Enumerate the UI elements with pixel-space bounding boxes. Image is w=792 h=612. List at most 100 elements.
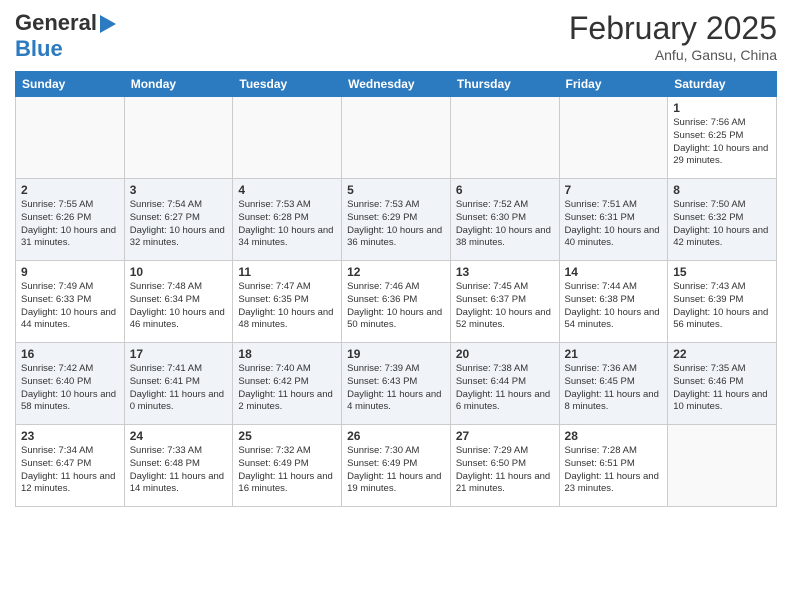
header-wednesday: Wednesday [342, 72, 451, 97]
day-number: 6 [456, 183, 554, 197]
calendar-day [124, 97, 233, 179]
calendar-day: 20 Sunrise: 7:38 AMSunset: 6:44 PMDayligh… [450, 343, 559, 425]
calendar-day: 3 Sunrise: 7:54 AMSunset: 6:27 PMDaylight… [124, 179, 233, 261]
day-info: Sunrise: 7:33 AMSunset: 6:48 PMDaylight:… [130, 445, 228, 496]
day-info: Sunrise: 7:39 AMSunset: 6:43 PMDaylight:… [347, 363, 445, 414]
calendar-day: 14 Sunrise: 7:44 AMSunset: 6:38 PMDayligh… [559, 261, 668, 343]
day-number: 14 [565, 265, 663, 279]
day-info: Sunrise: 7:43 AMSunset: 6:39 PMDaylight:… [673, 281, 771, 332]
day-info: Sunrise: 7:53 AMSunset: 6:28 PMDaylight:… [238, 199, 336, 250]
calendar-day: 2 Sunrise: 7:55 AMSunset: 6:26 PMDaylight… [16, 179, 125, 261]
month-title: February 2025 [569, 10, 777, 47]
calendar-week-5: 23 Sunrise: 7:34 AMSunset: 6:47 PMDayligh… [16, 425, 777, 507]
day-info: Sunrise: 7:49 AMSunset: 6:33 PMDaylight:… [21, 281, 119, 332]
calendar-day: 26Sunrise: 7:30 AMSunset: 6:49 PMDayligh… [342, 425, 451, 507]
day-number: 7 [565, 183, 663, 197]
day-number: 25 [238, 429, 336, 443]
header-thursday: Thursday [450, 72, 559, 97]
calendar-day [450, 97, 559, 179]
logo: General Blue [15, 10, 116, 62]
day-number: 10 [130, 265, 228, 279]
calendar-day: 13Sunrise: 7:45 AMSunset: 6:37 PMDayligh… [450, 261, 559, 343]
day-number: 2 [21, 183, 119, 197]
calendar-day: 11 Sunrise: 7:47 AMSunset: 6:35 PMDayligh… [233, 261, 342, 343]
calendar-day: 21 Sunrise: 7:36 AMSunset: 6:45 PMDayligh… [559, 343, 668, 425]
day-info: Sunrise: 7:41 AMSunset: 6:41 PMDaylight:… [130, 363, 228, 414]
weekday-header-row: Sunday Monday Tuesday Wednesday Thursday… [16, 72, 777, 97]
header-friday: Friday [559, 72, 668, 97]
day-info: Sunrise: 7:38 AMSunset: 6:44 PMDaylight:… [456, 363, 554, 414]
header-monday: Monday [124, 72, 233, 97]
day-info: Sunrise: 7:52 AMSunset: 6:30 PMDaylight:… [456, 199, 554, 250]
logo-general: General [15, 10, 97, 36]
day-info: Sunrise: 7:53 AMSunset: 6:29 PMDaylight:… [347, 199, 445, 250]
calendar-week-4: 16Sunrise: 7:42 AMSunset: 6:40 PMDayligh… [16, 343, 777, 425]
day-number: 19 [347, 347, 445, 361]
day-number: 20 [456, 347, 554, 361]
day-info: Sunrise: 7:50 AMSunset: 6:32 PMDaylight:… [673, 199, 771, 250]
day-info: Sunrise: 7:35 AMSunset: 6:46 PMDaylight:… [673, 363, 771, 414]
day-info: Sunrise: 7:45 AMSunset: 6:37 PMDaylight:… [456, 281, 554, 332]
day-info: Sunrise: 7:28 AMSunset: 6:51 PMDaylight:… [565, 445, 663, 496]
calendar-day: 5 Sunrise: 7:53 AMSunset: 6:29 PMDaylight… [342, 179, 451, 261]
day-info: Sunrise: 7:34 AMSunset: 6:47 PMDaylight:… [21, 445, 119, 496]
calendar-day: 4 Sunrise: 7:53 AMSunset: 6:28 PMDaylight… [233, 179, 342, 261]
calendar-day: 28Sunrise: 7:28 AMSunset: 6:51 PMDayligh… [559, 425, 668, 507]
day-number: 17 [130, 347, 228, 361]
header-tuesday: Tuesday [233, 72, 342, 97]
day-number: 4 [238, 183, 336, 197]
calendar-day: 17 Sunrise: 7:41 AMSunset: 6:41 PMDayligh… [124, 343, 233, 425]
day-number: 23 [21, 429, 119, 443]
calendar-day: 24 Sunrise: 7:33 AMSunset: 6:48 PMDayligh… [124, 425, 233, 507]
day-number: 12 [347, 265, 445, 279]
page-container: General Blue February 2025 Anfu, Gansu, … [0, 0, 792, 512]
calendar-week-2: 2 Sunrise: 7:55 AMSunset: 6:26 PMDaylight… [16, 179, 777, 261]
day-info: Sunrise: 7:55 AMSunset: 6:26 PMDaylight:… [21, 199, 119, 250]
calendar-day: 18 Sunrise: 7:40 AMSunset: 6:42 PMDayligh… [233, 343, 342, 425]
title-section: February 2025 Anfu, Gansu, China [569, 10, 777, 63]
day-info: Sunrise: 7:36 AMSunset: 6:45 PMDaylight:… [565, 363, 663, 414]
calendar-day [668, 425, 777, 507]
calendar-day: 27 Sunrise: 7:29 AMSunset: 6:50 PMDayligh… [450, 425, 559, 507]
day-number: 5 [347, 183, 445, 197]
day-number: 11 [238, 265, 336, 279]
calendar-day: 7 Sunrise: 7:51 AMSunset: 6:31 PMDaylight… [559, 179, 668, 261]
day-info: Sunrise: 7:29 AMSunset: 6:50 PMDaylight:… [456, 445, 554, 496]
day-info: Sunrise: 7:30 AMSunset: 6:49 PMDaylight:… [347, 445, 445, 496]
calendar-day [342, 97, 451, 179]
day-info: Sunrise: 7:51 AMSunset: 6:31 PMDaylight:… [565, 199, 663, 250]
calendar-day: 23 Sunrise: 7:34 AMSunset: 6:47 PMDayligh… [16, 425, 125, 507]
day-number: 27 [456, 429, 554, 443]
day-number: 18 [238, 347, 336, 361]
calendar-table: Sunday Monday Tuesday Wednesday Thursday… [15, 71, 777, 507]
day-number: 21 [565, 347, 663, 361]
logo-text: General Blue [15, 10, 116, 62]
calendar-day: 10 Sunrise: 7:48 AMSunset: 6:34 PMDayligh… [124, 261, 233, 343]
day-info: Sunrise: 7:54 AMSunset: 6:27 PMDaylight:… [130, 199, 228, 250]
calendar-day: 19 Sunrise: 7:39 AMSunset: 6:43 PMDayligh… [342, 343, 451, 425]
day-info: Sunrise: 7:40 AMSunset: 6:42 PMDaylight:… [238, 363, 336, 414]
header-saturday: Saturday [668, 72, 777, 97]
calendar-day: 25 Sunrise: 7:32 AMSunset: 6:49 PMDayligh… [233, 425, 342, 507]
location-subtitle: Anfu, Gansu, China [569, 47, 777, 63]
day-info: Sunrise: 7:47 AMSunset: 6:35 PMDaylight:… [238, 281, 336, 332]
calendar-day: 8 Sunrise: 7:50 AMSunset: 6:32 PMDaylight… [668, 179, 777, 261]
day-info: Sunrise: 7:48 AMSunset: 6:34 PMDaylight:… [130, 281, 228, 332]
logo-blue: Blue [15, 36, 63, 61]
day-number: 15 [673, 265, 771, 279]
day-number: 8 [673, 183, 771, 197]
day-info: Sunrise: 7:32 AMSunset: 6:49 PMDaylight:… [238, 445, 336, 496]
calendar-week-1: 1Sunrise: 7:56 AMSunset: 6:25 PMDaylight… [16, 97, 777, 179]
day-number: 24 [130, 429, 228, 443]
calendar-day: 16Sunrise: 7:42 AMSunset: 6:40 PMDayligh… [16, 343, 125, 425]
calendar-day: 12Sunrise: 7:46 AMSunset: 6:36 PMDayligh… [342, 261, 451, 343]
day-info: Sunrise: 7:44 AMSunset: 6:38 PMDaylight:… [565, 281, 663, 332]
logo-arrow-icon [100, 15, 116, 33]
header: General Blue February 2025 Anfu, Gansu, … [15, 10, 777, 63]
calendar-day [233, 97, 342, 179]
day-info: Sunrise: 7:56 AMSunset: 6:25 PMDaylight:… [673, 117, 771, 168]
day-number: 3 [130, 183, 228, 197]
calendar-week-3: 9Sunrise: 7:49 AMSunset: 6:33 PMDaylight… [16, 261, 777, 343]
day-number: 22 [673, 347, 771, 361]
calendar-day: 1Sunrise: 7:56 AMSunset: 6:25 PMDaylight… [668, 97, 777, 179]
